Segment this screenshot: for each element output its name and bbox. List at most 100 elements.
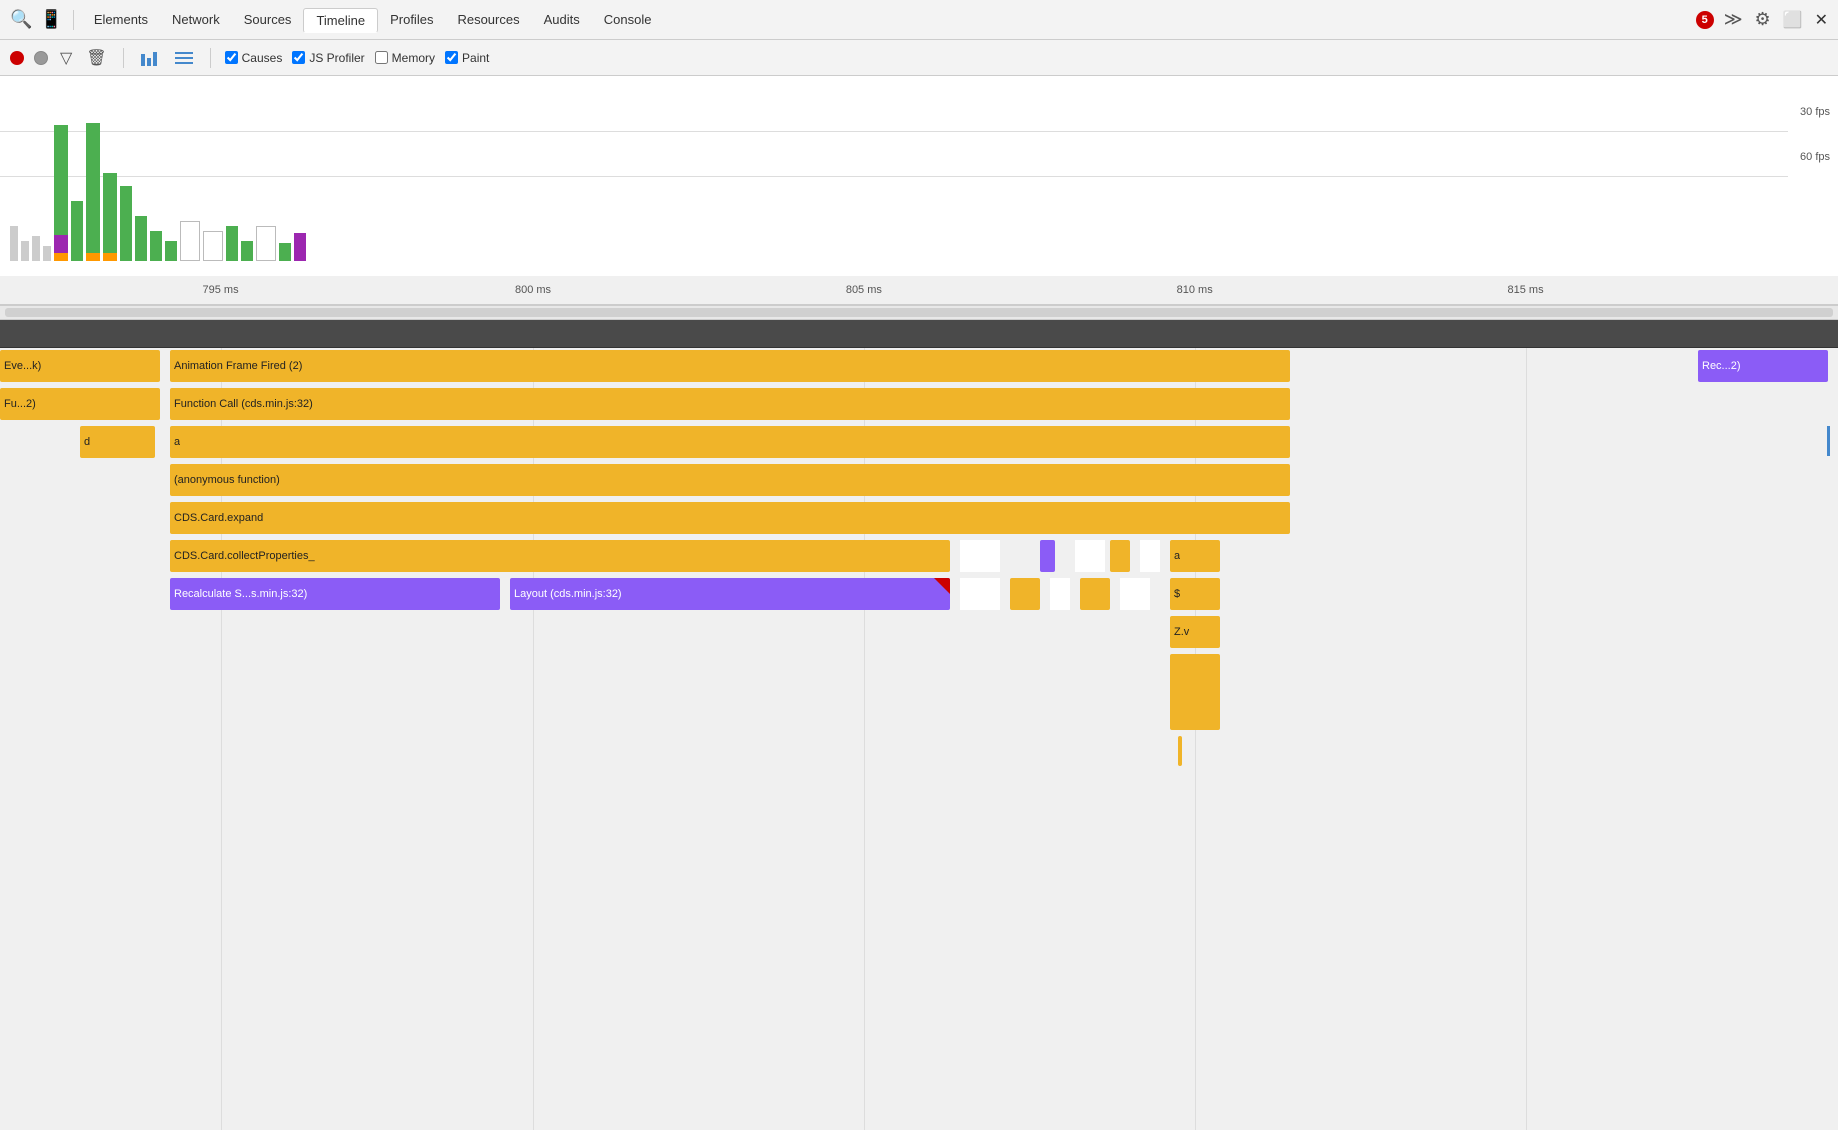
causes-checkbox-label[interactable]: Causes — [225, 51, 283, 65]
flame-block-cds-collect-label: CDS.Card.collectProperties_ — [174, 550, 315, 562]
flame-block-eve-k[interactable]: Eve...k) — [0, 350, 160, 382]
paint-label: Paint — [462, 51, 489, 65]
flame-block-dollar-label: $ — [1174, 588, 1180, 600]
bar-green-9 — [226, 226, 238, 261]
flame-row-4: CDS.Card.expand — [0, 500, 1838, 538]
clear-icon[interactable]: 🗑 — [84, 46, 108, 70]
list-view-icon[interactable] — [172, 48, 196, 68]
flame-row-0: Eve...k) Animation Frame Fired (2) Rec..… — [0, 348, 1838, 386]
time-marker-805: 805 ms — [846, 284, 882, 296]
memory-checkbox-label[interactable]: Memory — [375, 51, 435, 65]
bar-purple-1 — [54, 235, 68, 253]
flame-block-d-label: d — [84, 436, 90, 448]
flame-block-a-right[interactable]: a — [1170, 540, 1220, 572]
settings-icon[interactable]: ⚙ — [1753, 7, 1773, 32]
bar-green-group-2 — [86, 86, 100, 261]
tab-profiles[interactable]: Profiles — [378, 8, 445, 31]
tab-sources[interactable]: Sources — [232, 8, 304, 31]
tab-timeline[interactable]: Timeline — [303, 8, 378, 33]
time-marker-810: 810 ms — [1177, 284, 1213, 296]
bar-green-11 — [279, 243, 291, 261]
flame-block-dollar[interactable]: $ — [1170, 578, 1220, 610]
gold-tail — [1178, 736, 1182, 766]
console-drawer-icon[interactable]: ≫ — [1722, 7, 1745, 32]
bar-outline-3 — [256, 226, 276, 261]
bar-orange-1 — [54, 253, 68, 261]
flame-block-anonymous-label: (anonymous function) — [174, 474, 280, 486]
close-icon[interactable]: ✕ — [1813, 8, 1830, 32]
device-icon[interactable]: 📱 — [38, 7, 64, 32]
undock-icon[interactable]: ⬜ — [1781, 8, 1805, 32]
flame-row-2: d a — [0, 424, 1838, 462]
tab-console[interactable]: Console — [592, 8, 664, 31]
gold-small-row6-1 — [1010, 578, 1040, 610]
time-ruler: 795 ms 800 ms 805 ms 810 ms 815 ms — [0, 276, 1838, 306]
bar-green-2 — [71, 201, 83, 261]
flame-row-8 — [0, 652, 1838, 732]
error-count-badge[interactable]: 5 — [1696, 11, 1714, 29]
bar-green-group-1 — [54, 86, 68, 261]
flame-block-function-call[interactable]: Function Call (cds.min.js:32) — [170, 388, 1290, 420]
bar-green-7 — [150, 231, 162, 261]
paint-checkbox[interactable] — [445, 51, 458, 64]
overview-scrollbar[interactable] — [0, 306, 1838, 320]
bar-green-4 — [103, 173, 117, 253]
js-profiler-checkbox[interactable] — [292, 51, 305, 64]
fps-60-label: 60 fps — [1800, 151, 1830, 163]
fps-30-label: 30 fps — [1800, 106, 1830, 118]
flame-block-animation-frame[interactable]: Animation Frame Fired (2) — [170, 350, 1290, 382]
stop-button[interactable] — [34, 51, 48, 65]
record-button[interactable] — [10, 51, 24, 65]
flame-block-cds-expand-label: CDS.Card.expand — [174, 512, 263, 524]
nav-tabs: Elements Network Sources Timeline Profil… — [82, 7, 1692, 32]
gap-row6-1 — [960, 578, 1000, 610]
flame-block-a[interactable]: a — [170, 426, 1290, 458]
bar-outline-1 — [180, 221, 200, 261]
filter-icon[interactable]: ▽ — [58, 46, 74, 70]
tab-audits[interactable]: Audits — [532, 8, 592, 31]
flame-block-a-label: a — [174, 436, 180, 448]
bar-chart-icon[interactable] — [138, 48, 162, 68]
timeline-section: 30 fps 60 fps — [0, 76, 1838, 306]
paint-checkbox-label[interactable]: Paint — [445, 51, 489, 65]
scrollbar-thumb[interactable] — [5, 308, 1833, 317]
bar-orange-3 — [103, 253, 117, 261]
bar-orange-2 — [86, 253, 100, 261]
flame-block-function-call-label: Function Call (cds.min.js:32) — [174, 398, 313, 410]
tab-resources[interactable]: Resources — [445, 8, 531, 31]
flame-block-anonymous[interactable]: (anonymous function) — [170, 464, 1290, 496]
js-profiler-checkbox-label[interactable]: JS Profiler — [292, 51, 364, 65]
flame-row-5: CDS.Card.collectProperties_ a — [0, 538, 1838, 576]
flame-row-3: (anonymous function) — [0, 462, 1838, 500]
flame-block-tall-gold[interactable] — [1170, 654, 1220, 730]
flame-block-rec-2[interactable]: Rec...2) — [1698, 350, 1828, 382]
gold-small-1 — [1110, 540, 1130, 572]
flame-block-recalculate[interactable]: Recalculate S...s.min.js:32) — [170, 578, 500, 610]
bar-green-5 — [120, 186, 132, 261]
separator-2 — [123, 48, 124, 68]
separator-1 — [73, 10, 74, 30]
flame-block-cds-expand[interactable]: CDS.Card.expand — [170, 502, 1290, 534]
top-toolbar: 🔍 📱 Elements Network Sources Timeline Pr… — [0, 0, 1838, 40]
time-marker-800: 800 ms — [515, 284, 551, 296]
memory-label: Memory — [392, 51, 435, 65]
search-icon[interactable]: 🔍 — [8, 7, 34, 32]
bar-purple-2 — [294, 233, 306, 261]
flame-block-animation-label: Animation Frame Fired (2) — [174, 360, 302, 372]
tab-network[interactable]: Network — [160, 8, 232, 31]
time-marker-815: 815 ms — [1507, 284, 1543, 296]
flame-row-6: Recalculate S...s.min.js:32) Layout (cds… — [0, 576, 1838, 614]
flame-block-fu-2-label: Fu...2) — [4, 398, 36, 410]
bar-outline-2 — [203, 231, 223, 261]
flame-block-zv[interactable]: Z.v — [1170, 616, 1220, 648]
flame-block-cds-collect[interactable]: CDS.Card.collectProperties_ — [170, 540, 950, 572]
flame-block-fu-2[interactable]: Fu...2) — [0, 388, 160, 420]
flame-block-d[interactable]: d — [80, 426, 155, 458]
memory-checkbox[interactable] — [375, 51, 388, 64]
tab-elements[interactable]: Elements — [82, 8, 160, 31]
flame-chart-section: Eve...k) Animation Frame Fired (2) Rec..… — [0, 348, 1838, 1130]
flame-block-layout[interactable]: Layout (cds.min.js:32) — [510, 578, 950, 610]
separator-3 — [210, 48, 211, 68]
bar-gray-4 — [43, 246, 51, 261]
causes-checkbox[interactable] — [225, 51, 238, 64]
